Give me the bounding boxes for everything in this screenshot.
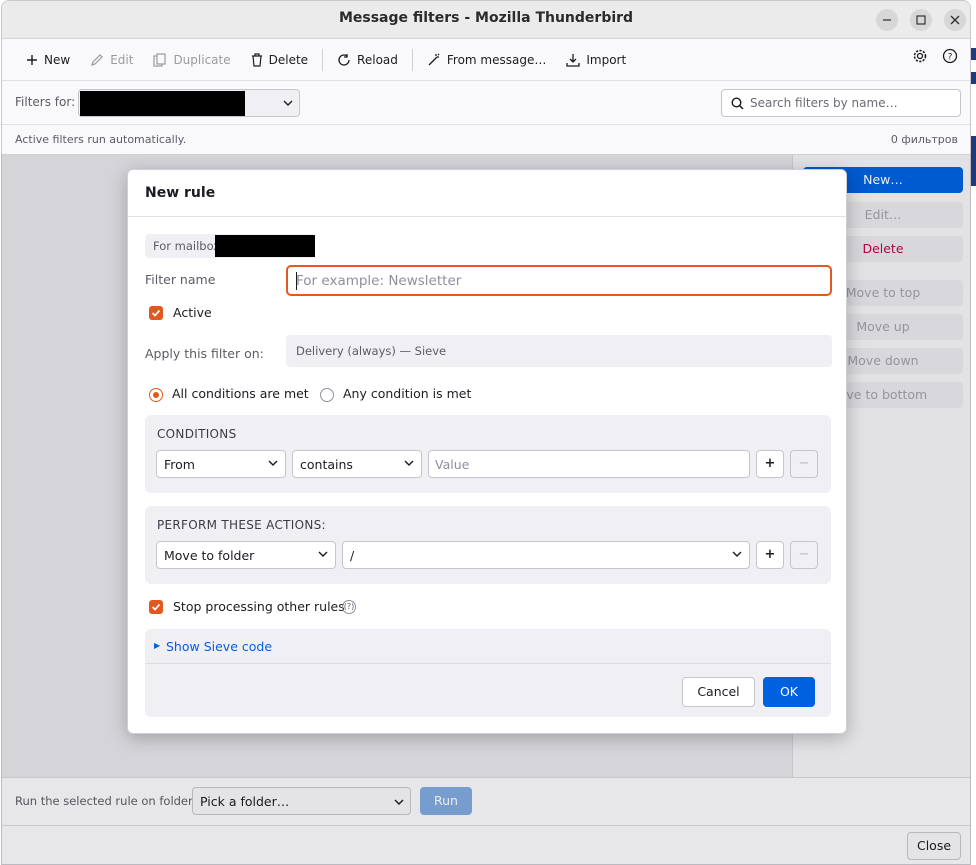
new-label: New	[44, 52, 71, 67]
remove-condition-button[interactable]: −	[790, 450, 818, 478]
check-icon	[151, 603, 161, 611]
dialog-title: New rule	[145, 185, 216, 201]
add-action-button[interactable]: +	[756, 541, 784, 569]
status-text: Active filters run automatically.	[15, 133, 187, 146]
chevron-down-icon	[283, 100, 293, 106]
disclosure-triangle-icon: ▶	[154, 641, 161, 650]
close-window-button[interactable]	[944, 9, 966, 31]
active-checkbox[interactable]	[149, 306, 163, 320]
stop-processing-checkbox[interactable]	[149, 600, 163, 614]
actions-section: PERFORM THESE ACTIONS: Move to folder / …	[145, 506, 831, 584]
stop-processing-label: Stop processing other rules	[173, 599, 345, 614]
import-label: Import	[586, 52, 627, 67]
chevron-down-icon	[404, 460, 414, 466]
actions-header: PERFORM THESE ACTIONS:	[157, 518, 326, 532]
chevron-down-icon	[268, 460, 278, 466]
minimize-button[interactable]	[876, 9, 898, 31]
conditions-section: CONDITIONS From contains Value + −	[145, 415, 831, 493]
dialog-header: New rule	[128, 170, 846, 217]
conditions-header: CONDITIONS	[157, 427, 237, 441]
active-label: Active	[173, 305, 212, 320]
plus-icon	[27, 54, 37, 65]
filter-name-input[interactable]: For example: Newsletter	[286, 265, 832, 296]
filter-name-placeholder: For example: Newsletter	[296, 273, 462, 289]
condition-operator-select[interactable]: contains	[292, 450, 422, 478]
from-message-button[interactable]: From message…	[417, 46, 556, 74]
dialog-footer: Cancel OK	[145, 664, 831, 717]
pencil-icon	[91, 53, 104, 66]
duplicate-filter-button[interactable]: Duplicate	[143, 46, 240, 74]
gear-icon[interactable]	[912, 48, 928, 64]
new-filter-button[interactable]: New	[16, 46, 80, 74]
match-any-radio[interactable]	[320, 388, 334, 402]
new-rule-dialog: New rule For mailbox Filter name For exa…	[127, 169, 847, 734]
reload-icon	[338, 53, 350, 66]
chevron-down-icon	[318, 551, 328, 557]
add-condition-button[interactable]: +	[756, 450, 784, 478]
duplicate-icon	[153, 52, 167, 67]
condition-field-select[interactable]: From	[156, 450, 286, 478]
remove-action-button[interactable]: −	[790, 541, 818, 569]
account-select[interactable]	[78, 89, 300, 117]
search-filters-input[interactable]: Search filters by name…	[721, 89, 961, 117]
condition-value-input[interactable]: Value	[428, 450, 750, 478]
toolbar-separator	[322, 48, 324, 71]
delete-filter-button[interactable]: Delete	[241, 46, 318, 74]
help-icon[interactable]: ?	[942, 48, 958, 64]
magic-wand-icon	[428, 53, 440, 65]
filter-name-label: Filter name	[145, 272, 216, 287]
chevron-down-icon	[732, 551, 742, 557]
status-bar: Active filters run automatically. 0 филь…	[2, 125, 970, 155]
mailbox-chip: For mailbox	[145, 234, 315, 258]
apply-on-value: Delivery (always) — Sieve	[286, 335, 832, 367]
filter-count: 0 фильтров	[890, 133, 958, 146]
condition-field-value: From	[164, 457, 195, 472]
match-any-label: Any condition is met	[343, 386, 472, 401]
import-button[interactable]: Import	[556, 46, 636, 74]
apply-on-label: Apply this filter on:	[145, 346, 264, 361]
reload-label: Reload	[357, 52, 398, 67]
condition-operator-value: contains	[300, 457, 353, 472]
help-badge-icon[interactable]: (?)	[342, 600, 356, 614]
match-all-radio[interactable]	[149, 388, 163, 402]
filters-for-label: Filters for:	[15, 95, 76, 109]
toolbar: New Edit Duplicate Delete Reload From me…	[2, 39, 970, 81]
redacted-account	[80, 91, 245, 116]
redacted-mailbox	[215, 235, 315, 257]
minimize-icon	[883, 19, 891, 21]
trash-icon	[251, 52, 262, 67]
maximize-button[interactable]	[910, 9, 932, 31]
action-type-select[interactable]: Move to folder	[156, 541, 336, 569]
edit-label: Edit	[110, 52, 134, 67]
close-icon	[950, 15, 960, 25]
title-bar: Message filters - Mozilla Thunderbird	[2, 1, 970, 39]
mailbox-label: For mailbox	[153, 239, 221, 253]
reload-button[interactable]: Reload	[327, 46, 408, 74]
toolbar-separator	[411, 48, 413, 71]
check-icon	[151, 309, 161, 317]
action-folder-select[interactable]: /	[342, 541, 750, 569]
duplicate-label: Duplicate	[173, 52, 231, 67]
maximize-icon	[916, 15, 926, 25]
action-type-value: Move to folder	[164, 548, 255, 563]
show-sieve-link[interactable]: Show Sieve code	[166, 639, 272, 654]
match-all-label: All conditions are met	[172, 386, 309, 401]
filter-account-bar: Filters for: Search filters by name…	[2, 81, 970, 125]
from-message-label: From message…	[446, 52, 547, 67]
edit-filter-button[interactable]: Edit	[80, 46, 143, 74]
condition-value-placeholder: Value	[435, 457, 470, 472]
window-title: Message filters - Mozilla Thunderbird	[338, 10, 634, 26]
search-icon	[731, 97, 744, 110]
show-sieve-toggle[interactable]: ▶ Show Sieve code	[145, 629, 831, 664]
search-placeholder: Search filters by name…	[750, 96, 898, 110]
cancel-button[interactable]: Cancel	[682, 677, 755, 707]
svg-text:?: ?	[948, 53, 953, 63]
delete-label: Delete	[268, 52, 309, 67]
download-icon	[566, 53, 581, 67]
ok-button[interactable]: OK	[763, 677, 815, 707]
action-folder-value: /	[350, 548, 355, 563]
